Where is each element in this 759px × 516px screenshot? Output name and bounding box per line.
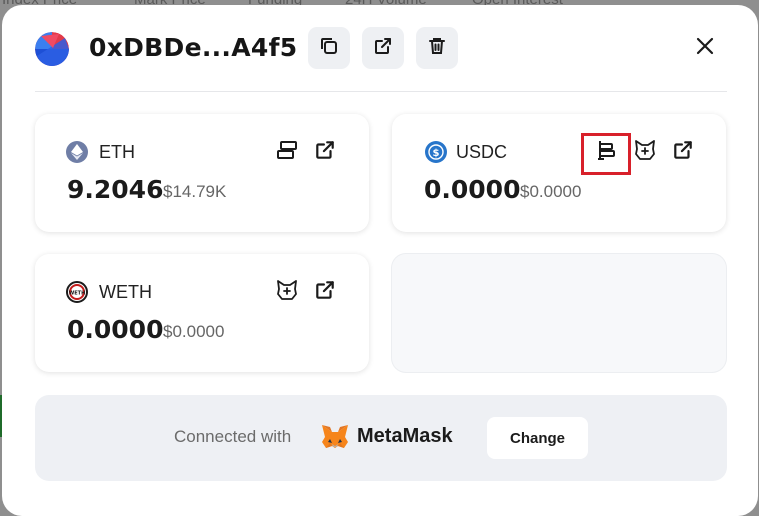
external-link-icon [314,279,336,306]
token-card-eth: ETH 9.2046 $14.79K [35,114,369,232]
bridge-button[interactable] [275,140,299,164]
copy-address-button[interactable] [308,27,350,69]
usdc-add-to-metamask-button[interactable] [633,139,657,166]
token-symbol: USDC [456,142,508,162]
change-wallet-button[interactable]: Change [487,417,588,459]
usdc-icon: $ [425,141,447,163]
connection-footer: Connected with MetaMask Change [35,395,727,481]
wallet-avatar [35,32,69,66]
token-balance: 0.0000 [67,315,164,344]
deposit-button[interactable] [594,140,618,164]
token-balance: 0.0000 [424,175,521,204]
modal-header: 0xDBDe...A4f5 [2,5,758,93]
connected-label: Connected with [174,427,292,446]
trash-icon [427,36,447,61]
external-link-icon [314,139,336,166]
view-explorer-button[interactable] [362,27,404,69]
svg-text:$: $ [433,148,440,159]
usdc-external-link-button[interactable] [671,140,695,164]
token-usd-value: $0.0000 [163,322,225,341]
external-link-icon [373,36,393,61]
token-card-weth: WETH WETH 0.0000 $0.0000 [35,254,369,372]
copy-icon [319,36,339,61]
metamask-logo [321,424,349,450]
metamask-add-icon [633,139,657,166]
empty-token-slot [392,254,726,372]
header-divider [35,91,727,92]
token-symbol: WETH [99,282,152,302]
close-button[interactable] [690,33,720,63]
close-icon [696,37,714,60]
eth-icon [66,141,88,163]
wallet-provider-name: MetaMask [357,425,453,447]
svg-text:WETH: WETH [69,291,86,297]
eth-external-link-button[interactable] [313,140,337,164]
token-balance: 9.2046 [67,175,164,204]
deposit-icon [595,139,617,166]
weth-icon: WETH [66,281,88,303]
weth-add-to-metamask-button[interactable] [275,279,299,306]
disconnect-button[interactable] [416,27,458,69]
token-card-usdc: $ USDC 0.0000 $0.0000 [392,114,726,232]
metamask-add-icon [275,279,299,306]
token-usd-value: $0.0000 [520,182,582,201]
token-usd-value: $14.79K [163,182,227,201]
wallet-address: 0xDBDe...A4f5 [89,33,298,62]
weth-external-link-button[interactable] [313,280,337,304]
token-symbol: ETH [99,142,135,162]
external-link-icon [672,139,694,166]
bridge-icon [276,139,298,166]
wallet-modal: 0xDBDe...A4f5 ETH 9.2046 $14.79K $ USDC … [2,5,758,516]
